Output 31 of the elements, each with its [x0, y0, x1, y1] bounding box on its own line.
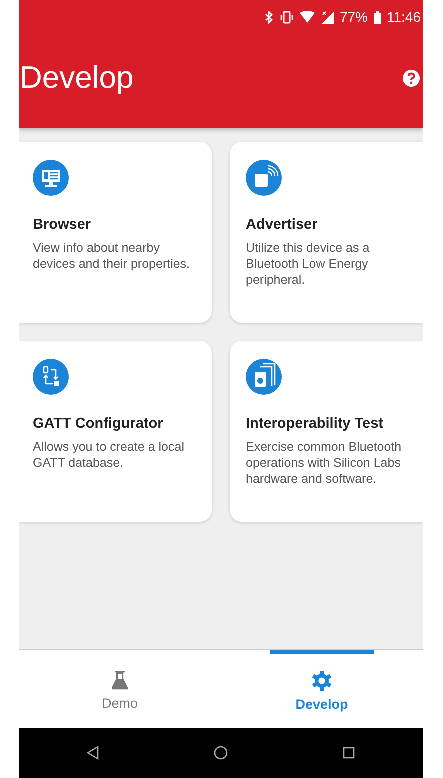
- broadcast-icon: [246, 160, 282, 196]
- wifi-icon: [300, 11, 315, 23]
- card-title: Interoperability Test: [246, 416, 385, 432]
- battery-icon: [374, 10, 381, 24]
- card-description: Exercise common Bluetooth operations with Silicon Labs hardware and software.: [246, 439, 403, 487]
- bluetooth-icon: [264, 10, 274, 24]
- back-icon[interactable]: [86, 746, 99, 760]
- help-icon[interactable]: [403, 70, 420, 86]
- card-description: View info about nearby devices and their properties.: [33, 240, 192, 272]
- card-description: Allows you to create a local GATT database.: [33, 439, 186, 471]
- signal-icon: [320, 10, 334, 24]
- card-description: Utilize this device as a Bluetooth Low Energy peripheral.: [246, 240, 371, 288]
- home-icon[interactable]: [214, 746, 228, 760]
- card-title: Browser: [33, 217, 92, 233]
- battery-percent: 77%: [340, 9, 368, 25]
- clock-time: 11:46: [387, 9, 421, 25]
- card-title: GATT Configurator: [33, 416, 164, 432]
- feature-card[interactable]: Browser View info about nearby devices and their properties.: [19, 142, 212, 323]
- page-title: Develop: [20, 60, 134, 96]
- devices-icon: [246, 359, 282, 395]
- feature-card[interactable]: GATT Configurator Allows you to create a local GATT database.: [19, 341, 212, 522]
- flask-icon: [112, 671, 128, 690]
- swap-arrows-icon: [33, 359, 69, 395]
- card-title: Advertiser: [246, 217, 319, 233]
- feature-card[interactable]: Advertiser Utilize this device as a Bluetooth Low Energy peripheral.: [230, 142, 423, 323]
- feature-card[interactable]: Interoperability Test Exercise common Bluetooth operations with Silicon Labs hardware and software.: [230, 341, 423, 522]
- recents-icon[interactable]: [343, 747, 356, 759]
- vibrate-icon: [280, 10, 294, 24]
- nav-tab[interactable]: Demo: [68, 650, 172, 728]
- settings-icon: [312, 670, 332, 690]
- monitor-icon: [33, 160, 69, 196]
